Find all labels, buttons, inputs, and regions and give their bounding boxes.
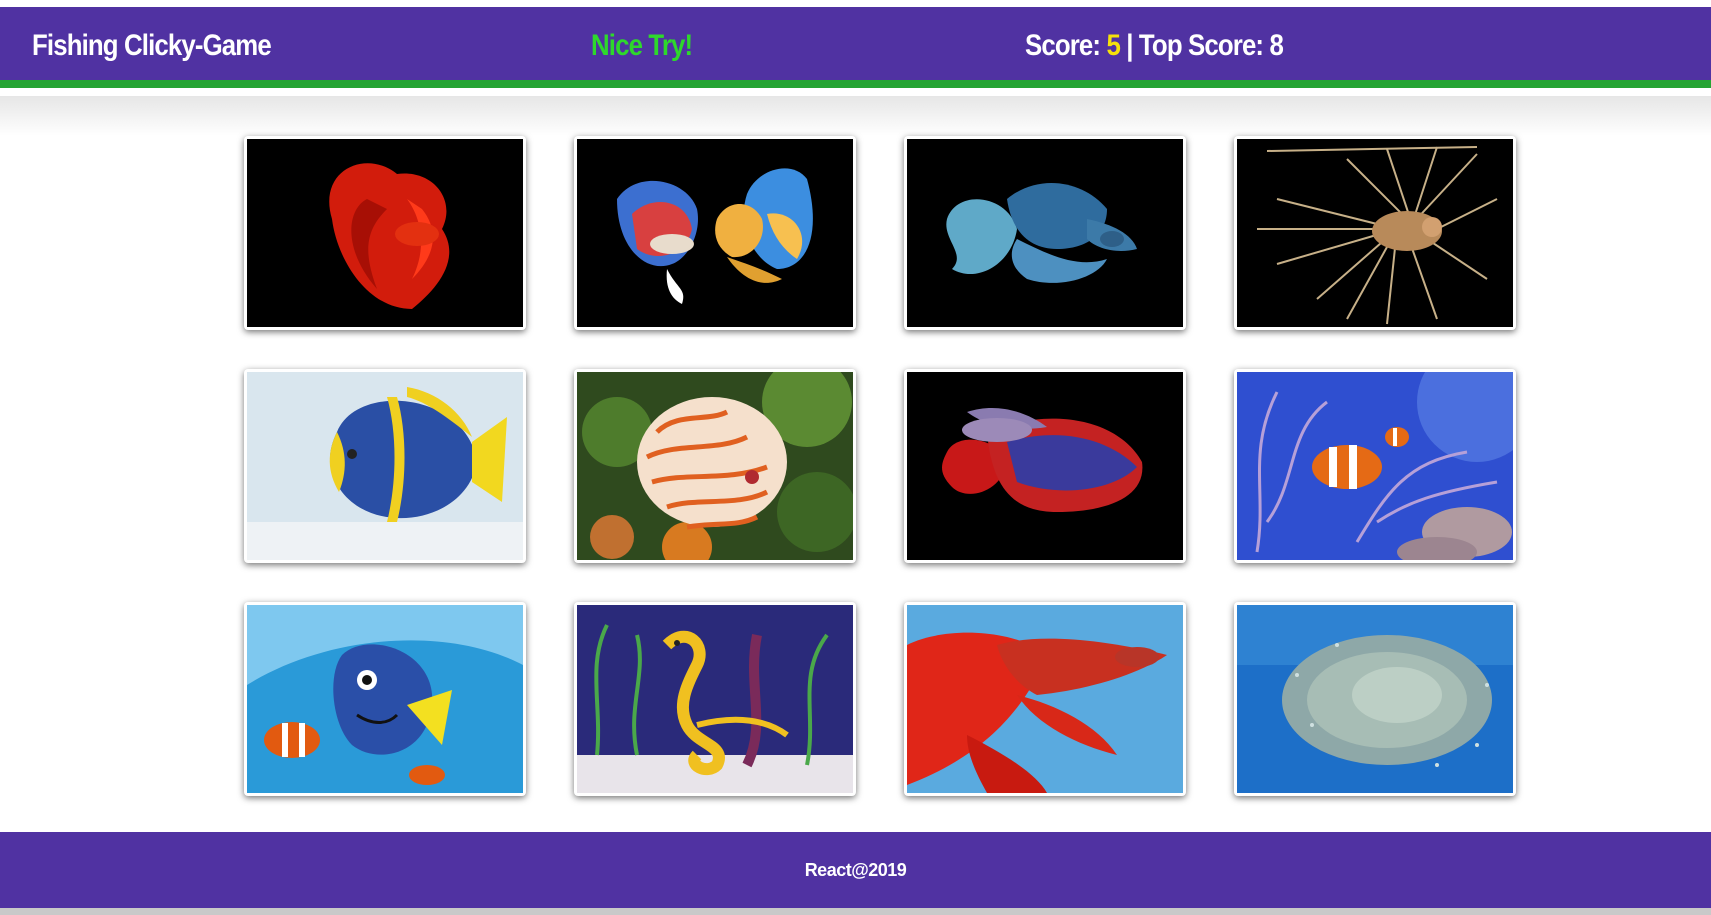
navbar: Fishing Clicky-Game Nice Try! Score: 5 |… — [0, 7, 1711, 88]
top-score-value: 8 — [1269, 29, 1283, 62]
score-separator: | — [1119, 29, 1139, 62]
image-grid — [244, 136, 1516, 796]
blue-yellow-angelfish-card[interactable] — [244, 369, 526, 563]
clownfish-image — [1237, 372, 1513, 560]
score-display: Score: 5 | Top Score: 8 — [1025, 29, 1284, 63]
blue-betta-fish-image — [907, 139, 1183, 327]
blue-betta-fish-card[interactable] — [904, 136, 1186, 330]
lionfish-card[interactable] — [1234, 136, 1516, 330]
discus-fish-card[interactable] — [574, 369, 856, 563]
red-blue-betta-fish-card[interactable] — [904, 369, 1186, 563]
footer: React@2019 — [0, 832, 1711, 908]
top-score-label: Top Score: — [1138, 29, 1270, 62]
app-title[interactable]: Fishing Clicky-Game — [32, 29, 272, 63]
dory-nemo-image — [247, 605, 523, 793]
blue-yellow-angelfish-image — [247, 372, 523, 560]
footer-text: React@2019 — [804, 860, 907, 880]
red-blue-betta-fish-image — [907, 372, 1183, 560]
lionfish-image — [1237, 139, 1513, 327]
seahorse-image — [577, 605, 853, 793]
red-betta-fish-image — [247, 139, 523, 327]
seahorse-card[interactable] — [574, 602, 856, 796]
bottom-strip — [0, 908, 1711, 915]
header-shadow — [0, 96, 1711, 136]
discus-fish-image — [577, 372, 853, 560]
fish-school-image — [1237, 605, 1513, 793]
two-betta-fish-card[interactable] — [574, 136, 856, 330]
clownfish-card[interactable] — [1234, 369, 1516, 563]
score-value: 5 — [1106, 29, 1120, 62]
red-betta-blue-background-card[interactable] — [904, 602, 1186, 796]
fish-school-card[interactable] — [1234, 602, 1516, 796]
two-betta-fish-image — [577, 139, 853, 327]
red-betta-fish-card[interactable] — [244, 136, 526, 330]
red-betta-blue-background-image — [907, 605, 1183, 793]
dory-nemo-card[interactable] — [244, 602, 526, 796]
game-message: Nice Try! — [591, 29, 693, 62]
score-label: Score: — [1025, 29, 1107, 62]
top-strip — [0, 0, 1711, 7]
